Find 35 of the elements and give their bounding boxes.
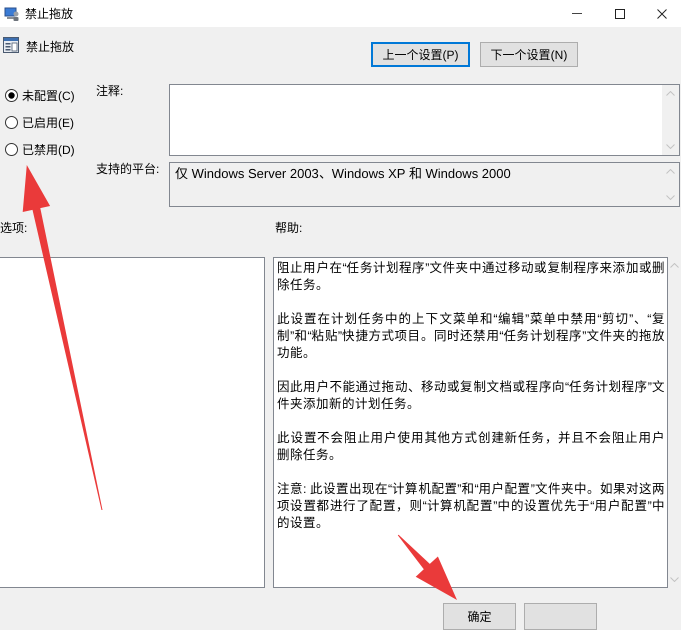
annotation-arrow bbox=[398, 534, 457, 600]
scroll-down-icon bbox=[670, 577, 679, 582]
help-paragraph: 阻止用户在“任务计划程序”文件夹中通过移动或复制程序来添加或删除任务。 bbox=[277, 260, 665, 294]
maximize-icon bbox=[615, 8, 625, 18]
comment-label: 注释: bbox=[96, 84, 124, 98]
ok-button[interactable]: 确定 bbox=[443, 603, 516, 630]
scroll-down-icon bbox=[666, 144, 675, 149]
help-paragraph: 此设置不会阻止用户使用其他方式创建新任务，并且不会阻止用户删除任务。 bbox=[277, 430, 665, 464]
help-paragraph: 因此用户不能通过拖动、移动或复制文档或程序向“任务计划程序”文件夹添加新的计划任务。 bbox=[277, 379, 665, 413]
help-label: 帮助: bbox=[275, 221, 302, 235]
options-label: 选项: bbox=[0, 221, 28, 235]
settings-window-icon bbox=[3, 37, 19, 53]
nav-button[interactable]: 上一个设置(P) bbox=[371, 42, 470, 67]
nav-button[interactable]: 下一个设置(N) bbox=[480, 42, 578, 67]
computer-icon bbox=[4, 6, 20, 22]
radio-label[interactable]: 已禁用(D) bbox=[22, 142, 75, 156]
comment-field[interactable] bbox=[169, 84, 680, 156]
radio-label[interactable]: 已启用(E) bbox=[22, 116, 74, 130]
supported-platform-text: 仅 Windows Server 2003、Windows XP 和 Windows 2000 bbox=[174, 165, 512, 183]
help-paragraph: 此设置在计划任务中的上下文菜单和“编辑”菜单中禁用“剪切”、“复制”和“粘贴”快捷方式项目。同时还禁用“任务计划程序”文件夹的拖放功能。 bbox=[277, 311, 665, 362]
scrollbar[interactable] bbox=[662, 85, 679, 155]
scroll-up-icon bbox=[666, 169, 675, 174]
radio-button[interactable] bbox=[5, 143, 18, 156]
help-paragraph: 注意: 此设置出现在“计算机配置”和“用户配置”文件夹中。如果对这两项设置都进行了配置，则“计算机配置”中的设置优先于“用户配置”中的设置。 bbox=[277, 481, 665, 532]
radio-button[interactable] bbox=[5, 116, 18, 129]
close-icon bbox=[656, 8, 666, 18]
scroll-up-icon bbox=[666, 91, 675, 96]
minimize-icon bbox=[572, 13, 582, 14]
scroll-up-icon bbox=[670, 263, 679, 268]
window-title: 禁止拖放 bbox=[25, 6, 73, 20]
supported-platform-label: 支持的平台: bbox=[96, 162, 160, 176]
radio-label[interactable]: 未配置(C) bbox=[22, 88, 75, 102]
setting-title: 禁止拖放 bbox=[26, 40, 74, 54]
radio-button[interactable] bbox=[5, 89, 18, 102]
scroll-down-icon bbox=[666, 195, 675, 200]
